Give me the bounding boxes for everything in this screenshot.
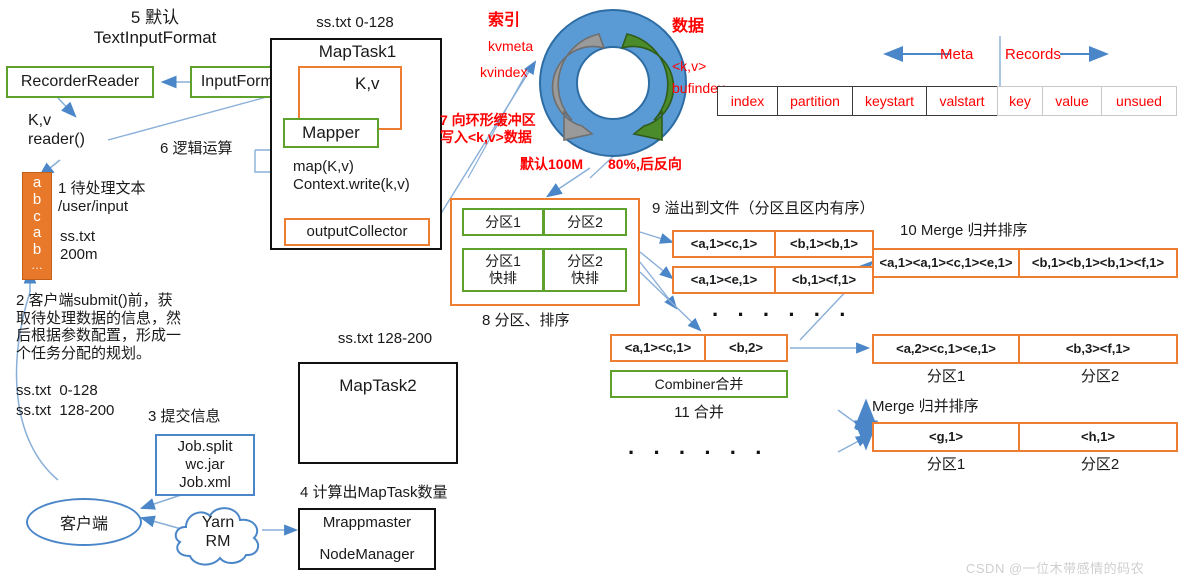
yarn-rm-cloud[interactable]: Yarn RM [168,496,268,572]
input-char-2: c [33,207,41,225]
ring-buffer-icon [538,8,688,163]
result-1-right: <b,3><f,1> [1018,334,1178,364]
split-2-label: ss.txt 128-200 [16,402,115,419]
ring-default-size: 默认100M [520,156,584,172]
input-file-size: ss.txt 200m [60,228,98,263]
result-row-2: <g,1> <h,1> [872,422,1178,452]
table-cell-keystart: keystart [851,86,928,116]
spill-2-left: <a,1><e,1> [672,266,776,294]
job-submit-files: Job.split wc.jar Job.xml [177,438,233,491]
combine-left: <a,1><c,1> [610,334,706,362]
step9-label: 9 溢出到文件（分区且区内有序） [652,200,875,217]
client-label: 客户端 [59,516,108,533]
table-cell-valstart: valstart [926,86,998,116]
partition-2-sort-box: 分区2 快排 [543,248,627,292]
maptask1-title: MapTask1 [318,42,397,61]
output-collector-label: outputCollector [306,223,408,241]
mapper-label: Mapper [302,123,360,143]
step8-label: 8 分区、排序 [482,312,570,329]
yarn-rm-label: Yarn RM [201,514,235,550]
maptask1-range-label: ss.txt 0-128 [316,14,394,31]
result-2-partition-1-label: 分区1 [926,456,966,473]
input-text-block: a b c a b … [22,172,52,280]
merge-1-left: <a,1><a,1><c,1><e,1> [872,248,1020,278]
combiner-label: Combiner合并 [654,375,744,392]
step7-label: 7 向环形缓冲区 写入<k,v>数据 [440,112,536,145]
step5-label: 5 默认 TextInputFormat [93,8,217,48]
ring-data-title: 数据 [672,18,705,35]
step4-label: 4 计算出MapTask数量 [300,484,448,501]
step3-label: 3 提交信息 [148,408,221,425]
recorder-reader-label: RecorderReader [20,72,140,90]
map-code-label: map(K,v) Context.write(k,v) [293,158,410,193]
combine-row: <a,1><c,1> <b,2> [610,334,788,362]
table-cell-key: key [997,86,1043,116]
ring-index-title: 索引 [488,12,521,29]
input-char-1: b [32,190,42,208]
table-cell-unsued: unsued [1101,86,1177,116]
nodemanager-label: NodeManager [319,546,415,563]
step2-label: 2 客户端submit()前，获 取待处理数据的信息，然 后根据参数配置，形成一… [16,292,182,363]
table-cell-index: index [716,86,779,116]
maptask2-title: MapTask2 [339,376,417,395]
watermark: CSDN @一位木带感情的码农 [966,561,1145,576]
result-row-1: <a,2><c,1><e,1> <b,3><f,1> [872,334,1178,364]
table-cell-value: value [1042,86,1102,116]
step10-label: 10 Merge 归并排序 [900,222,1028,239]
table-cell-partition: partition [777,86,853,116]
job-submit-box[interactable]: Job.split wc.jar Job.xml [155,434,255,496]
merge-row-1: <a,1><a,1><c,1><e,1> <b,1><b,1><b,1><f,1… [872,248,1178,278]
step11-label: 11 合并 [674,404,724,421]
spill-file-row-2: <a,1><e,1> <b,1><f,1> [672,266,874,294]
input-char-5: … [31,257,43,272]
spill-file-row-1: <a,1><c,1> <b,1><b,1> [672,230,874,258]
partition-2-label: 分区2 [567,213,603,230]
split-1-label: ss.txt 0-128 [16,382,98,399]
partition-2-sort-label: 分区2 快排 [567,253,603,286]
result-2-right: <h,1> [1018,422,1178,452]
kvmeta-label: kvmeta [488,38,534,54]
spill-1-left: <a,1><c,1> [672,230,776,258]
ring-kv-label: <k,v> [672,58,707,74]
records-arrow-label: Records [1005,46,1061,63]
partition-1-box: 分区1 [462,208,544,236]
result-2-partition-2-label: 分区2 [1080,456,1120,473]
recorder-reader-box[interactable]: RecorderReader [6,66,154,98]
partition-1-sort-box: 分区1 快排 [462,248,544,292]
kv-reader-label: K,v reader() [28,112,85,148]
merge-1-right: <b,1><b,1><b,1><f,1> [1018,248,1178,278]
combiner-box[interactable]: Combiner合并 [610,370,788,398]
maptask2-range-label: ss.txt 128-200 [337,330,433,347]
combine-right: <b,2> [704,334,788,362]
kv-label: K,v [355,74,380,93]
output-collector-box[interactable]: outputCollector [284,218,430,246]
mapper-box[interactable]: Mapper [283,118,379,148]
result-1-partition-2-label: 分区2 [1080,368,1120,385]
meta-arrow-label: Meta [940,46,974,63]
client-node[interactable]: 客户端 [26,498,142,546]
input-char-4: b [32,241,42,259]
spill-1-right: <b,1><b,1> [774,230,874,258]
kvbuffer-table: index partition keystart valstart key va… [716,86,1177,116]
result-2-left: <g,1> [872,422,1020,452]
mrappmaster-label: Mrappmaster [322,514,412,531]
merge-sort-label: Merge 归并排序 [872,398,979,415]
mapreduce-shuffle-diagram: 5 默认 TextInputFormat RecorderReader Inpu… [0,0,1184,582]
kvindex-label: kvindex [480,64,528,80]
combine-ellipsis: · · · · · · [628,440,769,465]
ring-threshold: 80%,后反向 [608,156,682,172]
partition-1-label: 分区1 [485,213,521,230]
partition-2-box: 分区2 [543,208,627,236]
spill-2-right: <b,1><f,1> [774,266,874,294]
input-char-3: a [32,224,42,242]
step1-label: 1 待处理文本 /user/input [58,180,146,215]
partition-1-sort-label: 分区1 快排 [485,253,521,286]
input-char-0: a [32,174,42,191]
spill-ellipsis: · · · · · · [712,302,853,327]
result-1-left: <a,2><c,1><e,1> [872,334,1020,364]
step6-label: 6 逻辑运算 [160,140,233,157]
result-1-partition-1-label: 分区1 [926,368,966,385]
